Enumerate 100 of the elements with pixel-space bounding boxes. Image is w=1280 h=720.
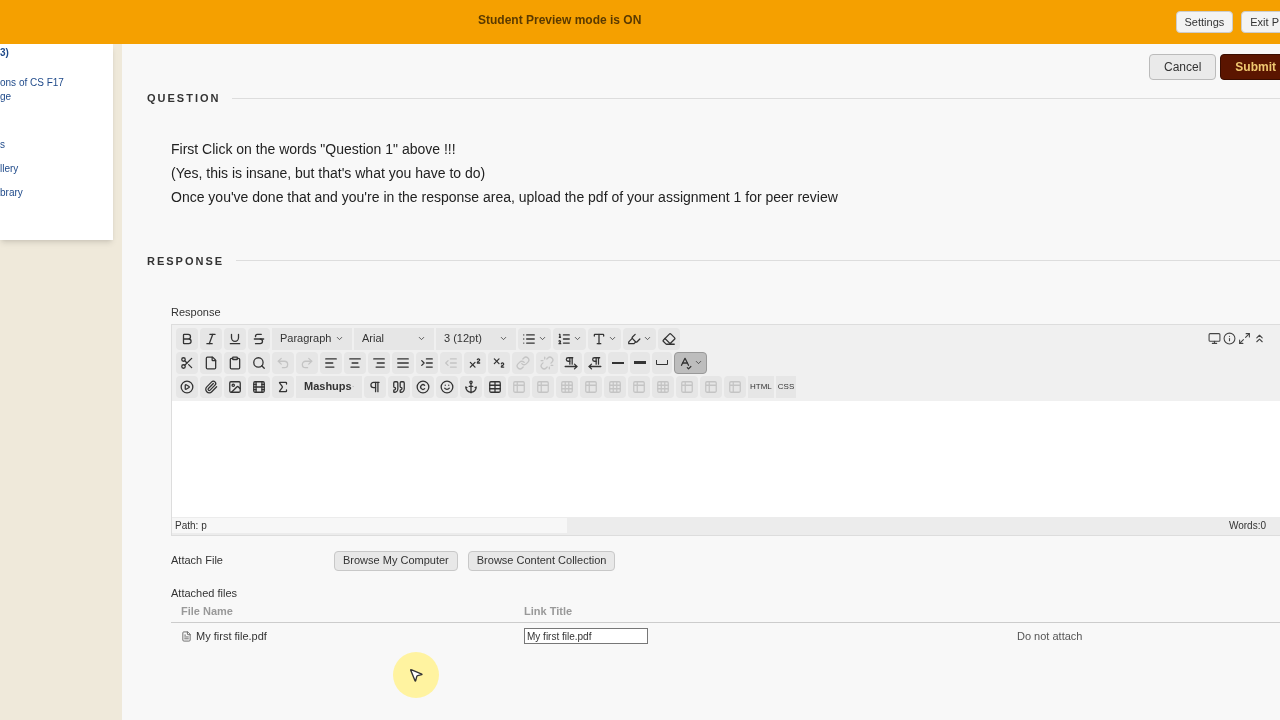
indent-button[interactable] bbox=[416, 351, 438, 374]
rich-text-editor[interactable]: Paragraph Arial 3 (12pt) Mashups HTML CSS Path: p Words:0 bbox=[171, 323, 1280, 536]
anchor-button[interactable] bbox=[460, 375, 482, 398]
align-justify-button[interactable] bbox=[392, 351, 414, 374]
play-button[interactable] bbox=[176, 375, 198, 398]
paperclip-button[interactable] bbox=[200, 375, 222, 398]
table-icon bbox=[560, 379, 574, 394]
sigma-button[interactable] bbox=[272, 375, 294, 398]
section-heading: RESPONSE bbox=[147, 253, 225, 269]
bold-button[interactable] bbox=[176, 327, 198, 350]
submit-button[interactable]: Submit bbox=[1220, 54, 1280, 80]
numbered-list-button[interactable] bbox=[553, 327, 586, 350]
text-color-button[interactable] bbox=[588, 327, 621, 350]
copyright-button[interactable] bbox=[412, 375, 434, 398]
table-icon bbox=[584, 379, 598, 394]
question-text: (Yes, this is insane, but that's what you have to do) bbox=[171, 165, 487, 180]
collapse-icon[interactable] bbox=[1253, 332, 1266, 345]
field-label: Attach File bbox=[171, 553, 224, 569]
pilcrow-button[interactable] bbox=[364, 375, 386, 398]
info-icon[interactable] bbox=[1223, 332, 1236, 345]
underline-button[interactable] bbox=[224, 327, 246, 350]
strikethrough-button[interactable] bbox=[248, 327, 270, 350]
italic-button[interactable] bbox=[200, 327, 222, 350]
page-button[interactable] bbox=[200, 351, 222, 374]
page-icon bbox=[204, 355, 218, 370]
dropdown[interactable]: Paragraph bbox=[272, 327, 352, 350]
copyright-icon bbox=[416, 379, 430, 394]
outdent-icon bbox=[444, 355, 458, 370]
word-count: Words:0 bbox=[1228, 519, 1266, 533]
do-not-attach-link[interactable]: Do not attach bbox=[1017, 627, 1083, 645]
file-icon bbox=[181, 630, 192, 642]
anchor-icon bbox=[464, 379, 478, 394]
dropdown[interactable]: Arial bbox=[354, 327, 434, 350]
superscript-icon bbox=[468, 355, 482, 370]
indent-icon bbox=[420, 355, 434, 370]
space-button[interactable] bbox=[652, 351, 672, 374]
subscript-button[interactable] bbox=[488, 351, 510, 374]
align-center-button[interactable] bbox=[344, 351, 366, 374]
pilcrow-icon bbox=[368, 379, 382, 394]
quote-button[interactable] bbox=[388, 375, 410, 398]
paperclip-icon bbox=[204, 379, 218, 394]
thick-line-button[interactable] bbox=[630, 351, 650, 374]
strikethrough-icon bbox=[252, 331, 266, 346]
cut-button[interactable] bbox=[176, 351, 198, 374]
align-left-button[interactable] bbox=[320, 351, 342, 374]
smiley-button[interactable] bbox=[436, 375, 458, 398]
field-label: Response bbox=[171, 305, 222, 320]
numbered-list-icon bbox=[557, 331, 571, 346]
table-button[interactable] bbox=[484, 375, 506, 398]
course-menu-item[interactable]: ge bbox=[0, 90, 113, 104]
subscript-icon bbox=[492, 355, 506, 370]
link-title-field[interactable]: My first file.pdf bbox=[524, 628, 648, 644]
dropdown[interactable]: 3 (12pt) bbox=[436, 327, 516, 350]
column-header: File Name bbox=[180, 604, 234, 620]
rtl-icon bbox=[588, 355, 602, 370]
cut-icon bbox=[180, 355, 194, 370]
spellcheck-icon bbox=[678, 355, 692, 370]
table-icon bbox=[680, 379, 694, 394]
course-menu-item[interactable]: ons of CS F17 bbox=[0, 76, 113, 90]
bold-icon bbox=[180, 331, 194, 346]
paste-button[interactable] bbox=[224, 351, 246, 374]
caret-icon bbox=[538, 334, 547, 343]
caret-icon bbox=[499, 334, 508, 343]
banner-button[interactable]: Settings bbox=[1175, 11, 1234, 33]
browse-button[interactable]: Browse My Computer bbox=[334, 550, 458, 571]
search-button[interactable] bbox=[248, 351, 270, 374]
italic-icon bbox=[204, 331, 218, 346]
horizontal-line-button[interactable] bbox=[608, 351, 628, 374]
fullscreen-icon[interactable] bbox=[1238, 332, 1251, 345]
paste-icon bbox=[228, 355, 242, 370]
cancel-button[interactable]: Cancel bbox=[1148, 54, 1217, 80]
course-menu-item[interactable]: llery bbox=[0, 162, 113, 176]
banner-button[interactable]: Exit P bbox=[1241, 11, 1280, 33]
preview-icon[interactable] bbox=[1208, 332, 1221, 345]
browse-button[interactable]: Browse Content Collection bbox=[467, 550, 616, 571]
underline-icon bbox=[228, 331, 242, 346]
superscript-button[interactable] bbox=[464, 351, 486, 374]
dropdown[interactable]: Mashups bbox=[296, 375, 362, 398]
bullet-list-button[interactable] bbox=[518, 327, 551, 350]
ltr-button[interactable] bbox=[560, 351, 582, 374]
highlighter-button[interactable] bbox=[623, 327, 656, 350]
align-justify-icon bbox=[396, 355, 410, 370]
course-menu-item[interactable]: brary bbox=[0, 186, 113, 200]
align-left-icon bbox=[324, 355, 338, 370]
rtl-button[interactable] bbox=[584, 351, 606, 374]
horizontal-line-icon bbox=[612, 361, 624, 364]
eraser-button[interactable] bbox=[658, 327, 680, 350]
question-text: Once you've done that and you're in the response area, upload the pdf of your assignment 1 for peer review bbox=[171, 189, 839, 204]
image-button[interactable] bbox=[224, 375, 246, 398]
caret-icon bbox=[573, 334, 582, 343]
course-menu-item[interactable]: s bbox=[0, 138, 113, 152]
film-button[interactable] bbox=[248, 375, 270, 398]
align-right-button[interactable] bbox=[368, 351, 390, 374]
course-menu-item[interactable]: 3) bbox=[0, 46, 113, 60]
toolbar-button[interactable]: CSS bbox=[775, 375, 797, 398]
field-label: Attached files bbox=[171, 585, 239, 601]
align-center-icon bbox=[348, 355, 362, 370]
spellcheck-button[interactable] bbox=[674, 351, 707, 374]
toolbar-button[interactable]: HTML bbox=[748, 375, 774, 398]
search-icon bbox=[252, 355, 266, 370]
